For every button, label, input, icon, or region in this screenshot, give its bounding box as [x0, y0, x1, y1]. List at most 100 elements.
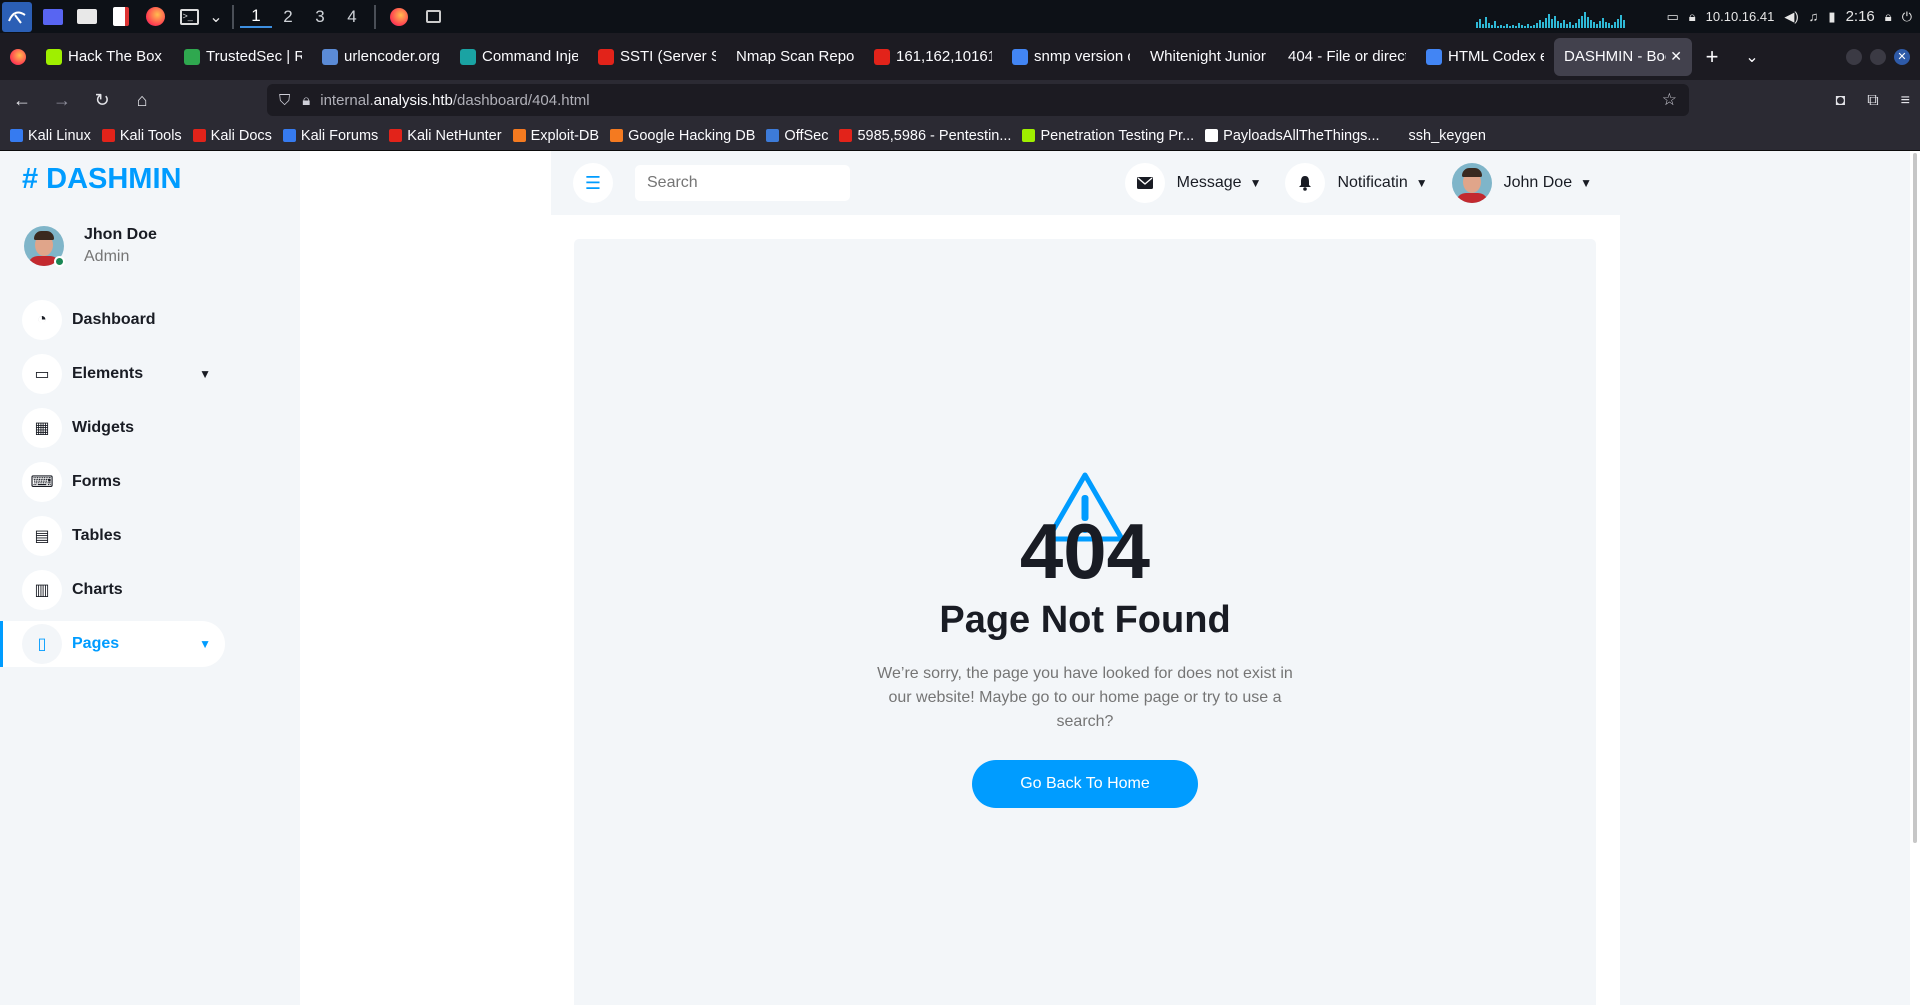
monitor-icon[interactable]: ▭	[1666, 9, 1678, 25]
go-back-home-button[interactable]: Go Back To Home	[972, 760, 1198, 808]
url-prefix: internal.	[320, 91, 374, 109]
sidebar-item-forms[interactable]: ⌨ Forms	[0, 459, 225, 505]
browser-tab[interactable]: HTML Codex e	[1416, 38, 1554, 76]
window-close-button[interactable]: ✕	[1894, 48, 1910, 65]
bookmark-item[interactable]: Penetration Testing Pr...	[1022, 128, 1194, 144]
kali-menu-icon[interactable]	[2, 1, 32, 32]
sidebar-item-charts[interactable]: ▥ Charts	[0, 567, 225, 613]
bookmark-favicon-icon	[389, 129, 403, 142]
workspace-3[interactable]: 3	[304, 7, 336, 27]
files-icon[interactable]	[74, 6, 100, 28]
tab-list-button[interactable]: ⌄	[1732, 47, 1772, 67]
lock-screen-icon[interactable]: 🔒︎	[1885, 9, 1892, 25]
scrollbar-thumb[interactable]	[1913, 153, 1917, 843]
browser-tab[interactable]: Command Inje	[450, 38, 588, 76]
battery-icon[interactable]: ▮	[1828, 9, 1835, 25]
clock[interactable]: 2:16	[1846, 8, 1875, 25]
notification-bell-icon[interactable]: ♫︎	[1809, 9, 1819, 24]
browser-tab[interactable]: 404 - File or direct	[1278, 38, 1416, 76]
pocket-icon[interactable]: ◘	[1836, 92, 1846, 110]
bookmark-favicon-icon	[10, 129, 23, 142]
search-input[interactable]	[635, 165, 850, 201]
browser-tab[interactable]: Hack The Box	[36, 38, 174, 76]
bookmark-favicon-icon	[512, 129, 526, 142]
workspace-4[interactable]: 4	[336, 7, 368, 27]
bookmark-item[interactable]: Kali Forums	[282, 128, 378, 144]
notification-dropdown[interactable]: Notificatin ▼	[1285, 163, 1428, 203]
browser-tab[interactable]: SSTI (Server Si	[588, 38, 726, 76]
desktop-icon[interactable]	[40, 6, 66, 28]
url-bar[interactable]: ⛉ 🔒︎ internal. analysis.htb/dashboard/404…	[267, 84, 1689, 116]
bookmark-item[interactable]: 5985,5986 - Pentestin...	[839, 128, 1011, 144]
extensions-icon[interactable]: ⧉	[1867, 92, 1878, 110]
message-dropdown[interactable]: Message ▼	[1124, 163, 1261, 203]
page-scrollbar[interactable]	[1910, 151, 1920, 1005]
reload-button[interactable]: ↻	[84, 86, 120, 116]
sidebar-user: Jhon Doe Admin	[24, 226, 157, 267]
bookmark-item[interactable]: Kali Linux	[10, 128, 91, 144]
shield-icon[interactable]: ⛉	[279, 92, 290, 109]
text-editor-icon[interactable]	[108, 6, 134, 28]
lock-icon[interactable]: 🔒︎	[302, 92, 310, 109]
message-label: Message	[1176, 174, 1242, 191]
ip-address: 10.10.16.41	[1705, 9, 1775, 24]
maximize-button[interactable]	[1870, 48, 1886, 65]
volume-icon[interactable]: ◀︎)	[1784, 9, 1798, 25]
error-code: 404	[1019, 507, 1151, 595]
bookmark-label: Penetration Testing Pr...	[1040, 127, 1195, 144]
firefox-icon[interactable]	[142, 6, 168, 28]
browser-tab[interactable]: DASHMIN - Boo ✕	[1554, 37, 1692, 76]
sidebar-item-widgets[interactable]: ▦ Widgets	[0, 405, 225, 451]
bookmark-label: 5985,5986 - Pentestin...	[857, 127, 1012, 144]
power-icon[interactable]: ⏻	[1902, 9, 1912, 25]
firefox-view-button[interactable]	[0, 38, 36, 76]
profile-dropdown[interactable]: John Doe ▼	[1451, 163, 1592, 203]
bookmark-item[interactable]: Exploit-DB	[512, 128, 599, 144]
profile-name: John Doe	[1503, 174, 1573, 191]
bookmark-label: Google Hacking DB	[628, 127, 756, 144]
bookmark-item[interactable]: Kali Tools	[101, 128, 182, 144]
bell-icon	[1285, 163, 1326, 203]
new-tab-button[interactable]: +	[1692, 44, 1732, 70]
sidebar-item-pages[interactable]: ▯ Pages ▼	[0, 621, 225, 667]
url-path: /dashboard/404.html	[452, 91, 590, 109]
file-icon: ▯	[22, 624, 62, 664]
bookmark-item[interactable]: ssh_keygen	[1409, 128, 1486, 144]
vpn-lock-icon: 🔒︎	[1688, 8, 1696, 24]
browser-tab[interactable]: Nmap Scan Report	[726, 38, 864, 76]
brand-logo[interactable]: # DASHMIN	[22, 163, 181, 196]
menu-hamburger-icon[interactable]: ≡	[1901, 92, 1910, 110]
workspace-2[interactable]: 2	[272, 7, 304, 27]
notification-label: Notificatin	[1337, 174, 1408, 191]
terminal-icon[interactable]: >_	[176, 6, 202, 28]
bookmark-item[interactable]: Google Hacking DB	[610, 128, 755, 144]
tab-favicon-icon	[1426, 48, 1442, 65]
browser-tab[interactable]: 161,162,10161,1	[864, 38, 1002, 76]
sidebar-toggler-icon[interactable]: ☰	[573, 163, 613, 203]
dropdown-icon[interactable]: ⌄	[209, 6, 222, 28]
bookmark-item[interactable]: OffSec	[766, 128, 828, 144]
bookmark-item[interactable]: PayloadsAllTheThings...	[1205, 128, 1380, 144]
sidebar-item-dashboard[interactable]: ◔ Dashboard	[0, 297, 225, 343]
firefox-window-icon[interactable]	[386, 6, 412, 28]
back-button[interactable]: ←	[4, 86, 40, 116]
browser-tab[interactable]: urlencoder.org	[312, 38, 450, 76]
tab-favicon-icon	[460, 48, 476, 65]
bookmark-item[interactable]: Kali Docs	[192, 128, 272, 144]
tab-close-icon[interactable]: ✕	[1670, 48, 1682, 65]
forward-button[interactable]: →	[44, 86, 80, 116]
tab-title: 404 - File or direct	[1288, 48, 1406, 65]
workspace-1[interactable]: 1	[240, 6, 272, 28]
browser-tab[interactable]: TrustedSec | R	[174, 38, 312, 76]
sidebar-item-label: Widgets	[72, 419, 135, 436]
browser-tab[interactable]: snmp version c	[1002, 38, 1140, 76]
minimize-button[interactable]	[1846, 48, 1862, 65]
bookmark-item[interactable]: Kali NetHunter	[389, 128, 502, 144]
sidebar-item-tables[interactable]: ▤ Tables	[0, 513, 225, 559]
chevron-down-icon: ▼	[1580, 176, 1592, 190]
browser-tab[interactable]: Whitenight Junior	[1140, 38, 1278, 76]
terminal-window-icon[interactable]	[420, 6, 446, 28]
bookmark-star-icon[interactable]: ☆	[1662, 90, 1677, 110]
home-button[interactable]: ⌂	[124, 86, 160, 116]
sidebar-item-elements[interactable]: ▭ Elements ▼	[0, 351, 225, 397]
